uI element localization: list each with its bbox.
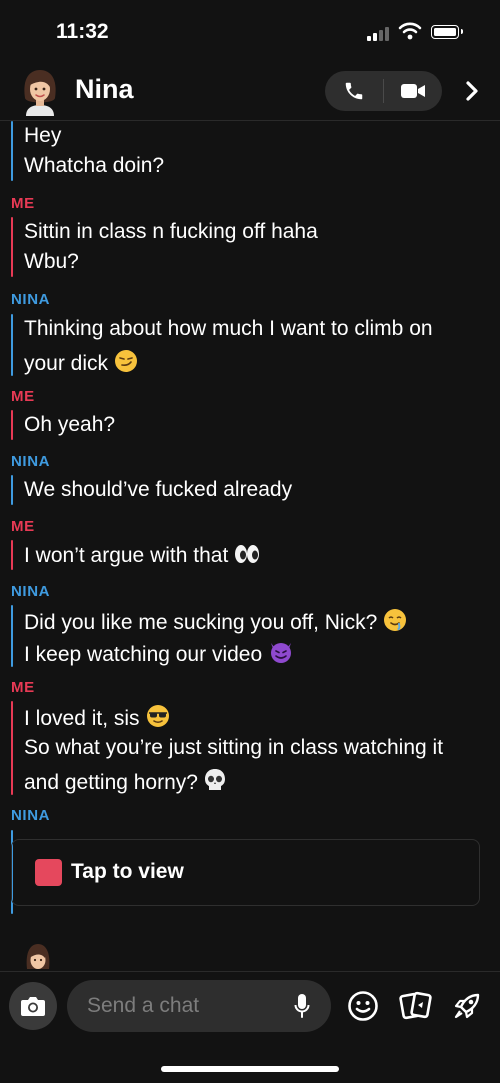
home-indicator[interactable]	[161, 1066, 339, 1072]
message-line: your dick	[24, 349, 138, 376]
call-controls	[325, 71, 442, 111]
sender-bar	[11, 314, 13, 376]
message-group: I won’t argue with that	[11, 540, 491, 570]
snap-tap-to-view[interactable]: Tap to view	[11, 839, 480, 906]
sender-label-nina: NINA	[11, 583, 51, 600]
chevron-right-icon	[466, 81, 478, 101]
snap-indicator-icon	[35, 859, 62, 886]
voice-call-button[interactable]	[325, 71, 383, 111]
devil-emoji-icon	[271, 643, 292, 663]
sticker-cards-icon	[399, 991, 432, 1020]
message-line: and getting horny?	[24, 768, 226, 795]
battery-icon	[431, 25, 463, 39]
message-group: Did you like me sucking you off, Nick? I…	[11, 605, 491, 667]
message-text: Oh yeah?	[24, 413, 116, 436]
message-text: We should’ve fucked already	[24, 478, 293, 501]
message-list[interactable]: Hey Whatcha doin? ME Sittin in class n f…	[0, 121, 500, 971]
sender-bar	[11, 701, 13, 795]
skull-emoji-icon	[204, 769, 225, 790]
snap-label: Tap to view	[71, 860, 184, 883]
message-text: I won’t argue with that	[24, 544, 229, 567]
sunglasses-emoji-icon	[146, 705, 169, 727]
cell-signal-icon	[367, 26, 393, 41]
camera-button[interactable]	[9, 982, 57, 1030]
video-call-button[interactable]	[384, 71, 442, 111]
camera-icon	[21, 997, 45, 1016]
chat-input[interactable]	[67, 980, 331, 1032]
bitmoji-presence-avatar	[26, 944, 50, 969]
message-text: Hey	[24, 124, 62, 147]
smirk-emoji-icon	[115, 350, 138, 372]
message-text: and getting horny?	[24, 771, 198, 794]
message-group: Hey Whatcha doin?	[11, 121, 491, 181]
bitmoji-avatar[interactable]	[18, 68, 62, 116]
wifi-icon	[398, 22, 422, 40]
message-text: Thinking about how much I want to climb …	[24, 317, 433, 340]
status-time: 11:32	[56, 20, 109, 43]
message-group: Sittin in class n fucking off haha Wbu?	[11, 217, 491, 277]
stickers-button[interactable]	[399, 989, 433, 1023]
message-group: We should’ve fucked already	[11, 475, 491, 505]
sender-label-nina: NINA	[11, 291, 51, 308]
sender-bar	[11, 217, 13, 277]
sender-label-me: ME	[11, 388, 35, 405]
message-text: So what you’re just sitting in class wat…	[24, 736, 444, 759]
contact-name[interactable]: Nina	[75, 74, 134, 105]
sender-bar	[11, 605, 13, 667]
sender-bar	[11, 475, 13, 505]
message-text: Whatcha doin?	[24, 154, 165, 177]
message-text: your dick	[24, 352, 109, 375]
message-group: Oh yeah?	[11, 410, 491, 440]
emoji-button[interactable]	[346, 989, 380, 1023]
games-button[interactable]	[450, 989, 484, 1023]
sender-bar	[11, 121, 13, 181]
eyes-emoji-icon	[235, 545, 260, 563]
forward-button[interactable]	[460, 76, 484, 106]
phone-icon	[345, 82, 363, 100]
message-line: I loved it, sis	[24, 704, 170, 731]
video-camera-icon	[401, 84, 425, 98]
chat-composer	[0, 971, 500, 1083]
chat-header: Nina	[0, 64, 500, 121]
message-text: Sittin in class n fucking off haha	[24, 220, 318, 243]
message-group: Thinking about how much I want to climb …	[11, 314, 491, 376]
sender-label-me: ME	[11, 679, 35, 696]
message-text: I keep watching our video	[24, 643, 263, 666]
sender-label-me: ME	[11, 518, 35, 535]
smiley-icon	[348, 991, 378, 1021]
message-group: I loved it, sis So what you’re just sitt…	[11, 701, 491, 795]
sender-label-nina: NINA	[11, 453, 51, 470]
message-text: I loved it, sis	[24, 707, 140, 730]
sender-bar	[11, 540, 13, 570]
message-text: Wbu?	[24, 250, 79, 273]
message-text: Did you like me sucking you off, Nick?	[24, 611, 378, 634]
sender-label-nina: NINA	[11, 807, 51, 824]
message-line: I won’t argue with that	[24, 543, 260, 568]
sender-label-me: ME	[11, 195, 35, 212]
sender-bar	[11, 410, 13, 440]
message-line: I keep watching our video	[24, 640, 294, 667]
drooling-emoji-icon	[384, 609, 407, 631]
status-bar: 11:32	[0, 0, 500, 64]
rocket-icon	[454, 993, 480, 1019]
microphone-icon[interactable]	[294, 993, 310, 1019]
message-line: Did you like me sucking you off, Nick?	[24, 608, 407, 635]
